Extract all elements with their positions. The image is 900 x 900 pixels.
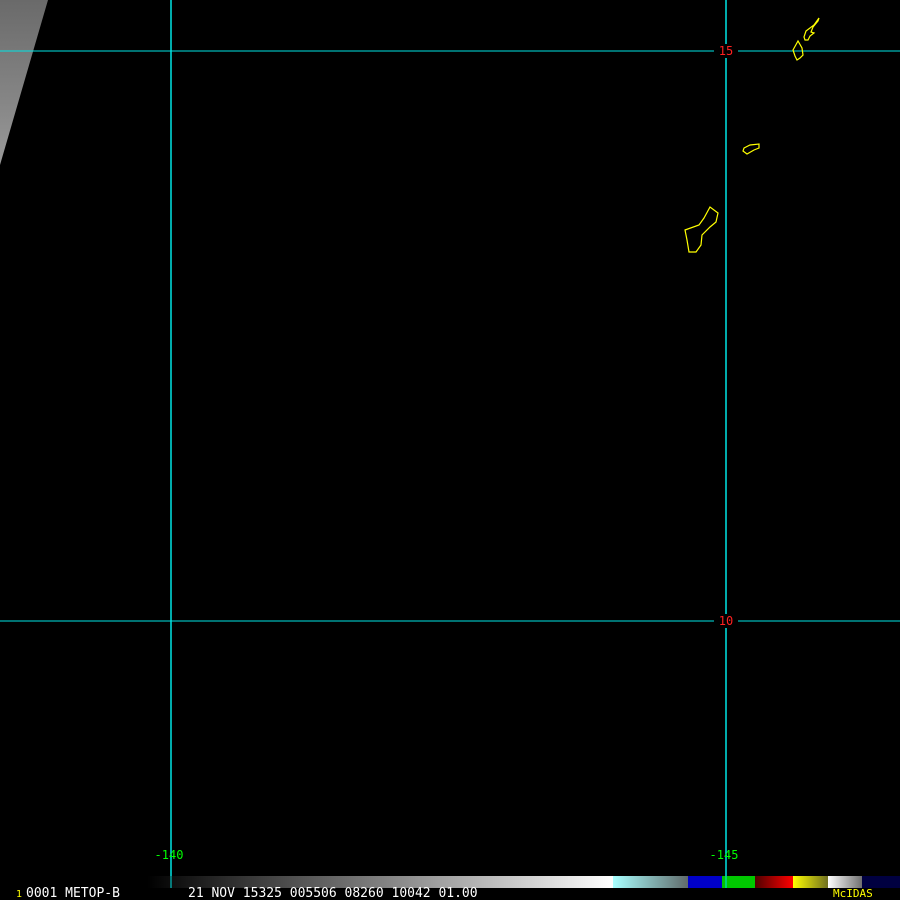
latitude-lines — [0, 50, 900, 622]
map-canvas: 15 10 -140 -145 1 0001 METOP-B 21 NOV 15… — [0, 0, 900, 900]
latitude-label-10: 10 — [719, 614, 733, 628]
satellite-swath-edge — [0, 0, 48, 165]
latitude-label-15: 15 — [719, 44, 733, 58]
island-saipan — [803, 17, 820, 41]
image-datetime: 21 NOV 15325 005506 08260 10042 01.00 — [188, 886, 478, 900]
mcidas-brand: McIDAS — [833, 887, 873, 900]
satellite-image-view: 15 10 -140 -145 1 0001 METOP-B 21 NOV 15… — [0, 0, 900, 900]
longitude-label-145: -145 — [710, 848, 739, 862]
coastlines — [684, 17, 820, 253]
longitude-label-140: -140 — [155, 848, 184, 862]
frame-number: 1 — [16, 889, 22, 900]
island-rota — [742, 143, 760, 155]
island-guam — [684, 206, 719, 253]
longitude-lines — [170, 0, 727, 888]
image-info: 0001 METOP-B — [26, 886, 120, 900]
